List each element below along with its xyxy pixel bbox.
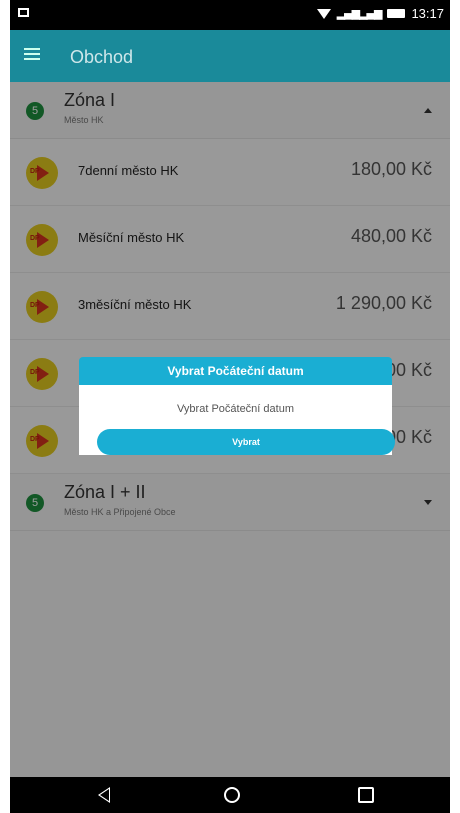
signal-icon: ▂▄▆▂▄▆ bbox=[336, 7, 383, 20]
date-picker-dialog: Vybrat Počáteční datum Vybrat Počáteční … bbox=[79, 357, 395, 455]
app-screen: ▂▄▆▂▄▆ 13:17 Obchod 5 Zóna I Město HK DP… bbox=[10, 0, 450, 813]
hamburger-icon[interactable] bbox=[24, 48, 40, 60]
select-button[interactable]: Vybrat bbox=[97, 429, 395, 455]
page-title: Obchod bbox=[70, 47, 134, 67]
home-icon[interactable] bbox=[224, 787, 240, 803]
dialog-message: Vybrat Počáteční datum bbox=[177, 403, 294, 415]
wifi-icon bbox=[316, 8, 331, 19]
back-icon[interactable] bbox=[98, 787, 110, 803]
app-bar: Obchod bbox=[10, 30, 450, 82]
system-nav-bar bbox=[10, 777, 450, 813]
notification-icon bbox=[18, 8, 29, 17]
dialog-title: Vybrat Počáteční datum bbox=[79, 357, 392, 385]
status-bar: ▂▄▆▂▄▆ 13:17 bbox=[10, 0, 450, 30]
status-time: 13:17 bbox=[411, 6, 444, 21]
battery-icon bbox=[387, 9, 406, 18]
status-icons: ▂▄▆▂▄▆ 13:17 bbox=[316, 6, 444, 21]
recent-apps-icon[interactable] bbox=[358, 787, 374, 803]
